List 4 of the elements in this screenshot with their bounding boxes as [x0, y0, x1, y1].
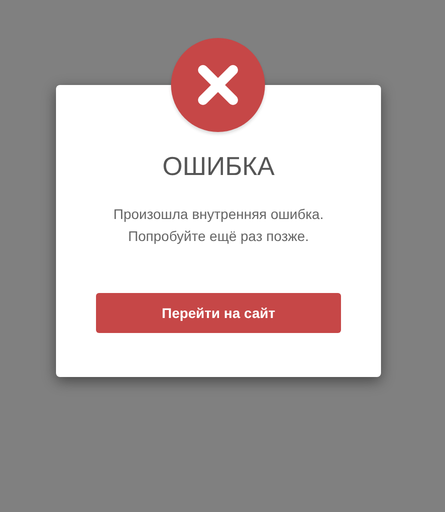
go-to-site-button[interactable]: Перейти на сайт — [96, 293, 341, 333]
error-message: Произошла внутренняя ошибка. Попробуйте ещё раз позже. — [113, 205, 324, 246]
dialog-title: ОШИБКА — [162, 151, 275, 181]
close-icon — [195, 62, 241, 108]
